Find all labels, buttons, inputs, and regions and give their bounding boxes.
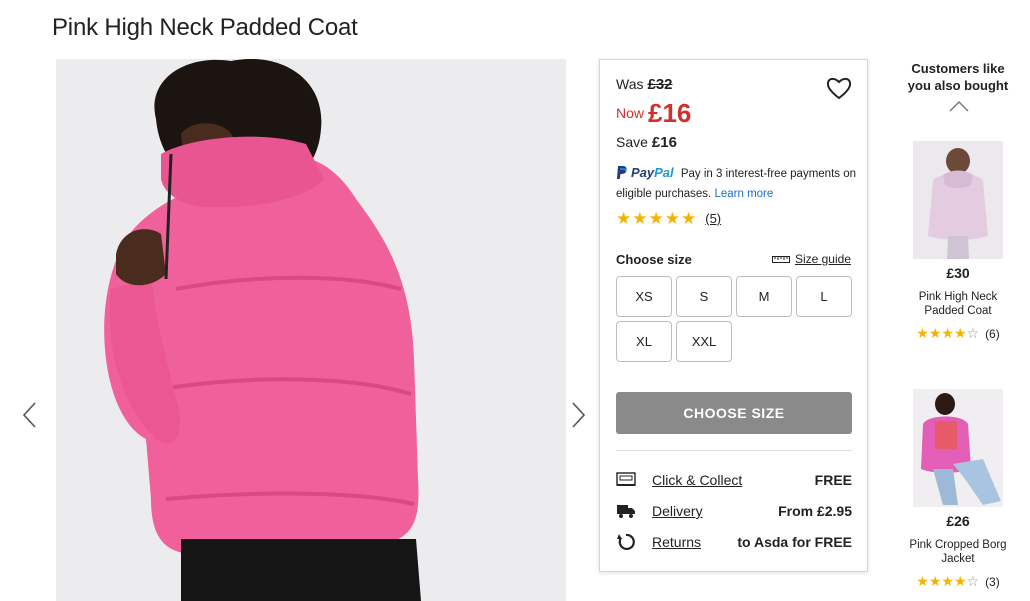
heart-icon <box>826 77 852 100</box>
recommendation-price: £30 <box>946 265 970 281</box>
recommendation-image[interactable] <box>913 389 1003 507</box>
paypal-icon <box>616 165 628 186</box>
was-price: Was £32 <box>616 76 673 93</box>
choose-size-label: Choose size <box>616 252 692 267</box>
star-icon: ★ <box>941 573 954 589</box>
chevron-left-icon <box>22 402 36 428</box>
product-rating: ★ ★ ★ ★ ★ (5) <box>616 210 721 227</box>
paypal-logo: PayPal <box>631 165 674 180</box>
recommendation-item[interactable]: £30 Pink High Neck Padded Coat ★ ★ ★ ★ ☆ (6) <box>900 141 1016 342</box>
star-icon: ★ <box>632 209 648 228</box>
divider <box>616 450 852 451</box>
star-outline-icon: ☆ <box>966 573 980 589</box>
click-collect-row: Click & Collect FREE <box>616 469 852 491</box>
recommendation-item[interactable]: £26 Pink Cropped Borg Jacket ★ ★ ★ ★ ☆ (3) <box>900 389 1016 590</box>
choose-size-button[interactable]: CHOOSE SIZE <box>616 392 852 434</box>
next-image-arrow[interactable] <box>568 400 588 430</box>
wishlist-button[interactable] <box>825 74 853 102</box>
click-collect-link[interactable]: Click & Collect <box>652 472 742 488</box>
product-image[interactable] <box>56 59 566 601</box>
star-icon: ★ <box>953 325 967 341</box>
star-icon: ★ <box>681 209 697 228</box>
previous-image-arrow[interactable] <box>20 400 40 430</box>
store-icon <box>616 470 636 490</box>
returns-row: Returns to Asda for FREE <box>616 531 852 553</box>
review-count-link[interactable]: (5) <box>705 211 721 226</box>
size-options: XS S M L XL XXL <box>616 276 856 362</box>
size-option-xxl[interactable]: XXL <box>676 321 732 362</box>
star-icon: ★ <box>928 325 942 341</box>
ruler-icon <box>771 256 790 263</box>
star-icon: ★ <box>916 573 929 589</box>
star-icon: ★ <box>928 573 942 589</box>
recommendation-price: £26 <box>946 513 970 529</box>
recommendation-rating: ★ ★ ★ ★ ☆ (6) <box>916 325 1000 341</box>
learn-more-link[interactable]: Learn more <box>714 188 773 200</box>
size-option-m[interactable]: M <box>736 276 792 317</box>
recommendation-rating: ★ ★ ★ ★ ☆ (3) <box>916 573 1000 589</box>
recommendation-name[interactable]: Pink Cropped Borg Jacket <box>900 538 1016 566</box>
star-icon: ★ <box>616 209 632 228</box>
size-option-xl[interactable]: XL <box>616 321 672 362</box>
returns-link[interactable]: Returns <box>652 534 701 550</box>
star-icon: ★ <box>941 325 954 341</box>
return-icon <box>616 532 636 552</box>
truck-icon <box>616 501 636 521</box>
star-outline-icon: ☆ <box>966 325 980 341</box>
size-option-xs[interactable]: XS <box>616 276 672 317</box>
delivery-row: Delivery From £2.95 <box>616 500 852 522</box>
size-option-s[interactable]: S <box>676 276 732 317</box>
paypal-message: PayPal Pay in 3 interest-free payments o… <box>616 165 857 200</box>
recommendation-name[interactable]: Pink High Neck Padded Coat <box>900 290 1016 318</box>
size-option-l[interactable]: L <box>796 276 852 317</box>
star-icon: ★ <box>648 209 664 228</box>
recommendations-scroll-up[interactable] <box>948 99 970 113</box>
chevron-up-icon <box>949 101 969 112</box>
save-amount: Save £16 <box>616 134 677 151</box>
size-guide-link[interactable]: Size guide <box>771 252 851 266</box>
buy-box: Was £32 Now £16 Save £16 PayPal Pay in 3 in… <box>599 59 868 572</box>
star-icon: ★ <box>664 209 680 228</box>
recommendation-image[interactable] <box>913 141 1003 259</box>
chevron-right-icon <box>572 402 586 428</box>
star-icon: ★ <box>953 573 967 589</box>
page-title: Pink High Neck Padded Coat <box>52 14 358 41</box>
delivery-link[interactable]: Delivery <box>652 503 703 519</box>
recommendations-heading: Customers like you also bought <box>907 61 1009 93</box>
star-icon: ★ <box>916 325 929 341</box>
now-price: Now £16 <box>616 98 692 128</box>
